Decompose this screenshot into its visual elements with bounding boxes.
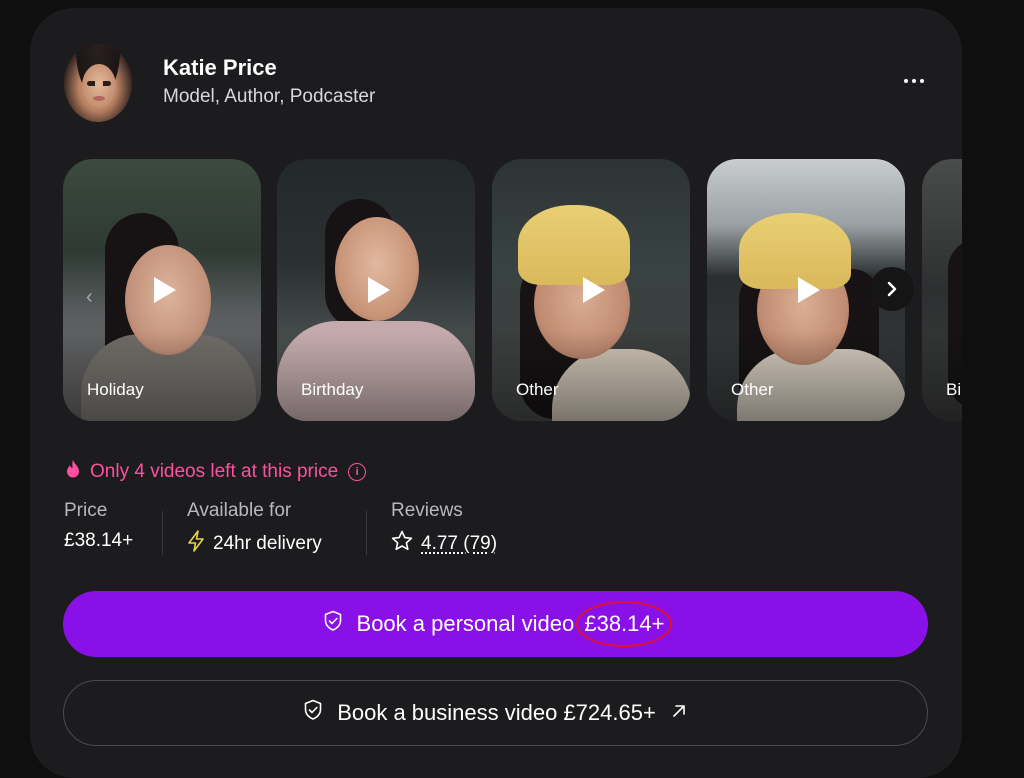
- reviews-stat: Reviews 4.77 (79): [391, 500, 497, 557]
- price-label: Price: [64, 500, 133, 522]
- scarcity-notice: Only 4 videos left at this price i: [64, 459, 366, 485]
- shield-check-icon: [303, 699, 323, 727]
- play-icon: [583, 277, 605, 303]
- video-thumbnail-holiday[interactable]: Holiday: [63, 159, 261, 421]
- chevron-left-icon[interactable]: ‹: [86, 286, 93, 309]
- more-options-icon[interactable]: [900, 70, 928, 92]
- video-thumbnail-birthday-2[interactable]: Bi: [922, 159, 962, 421]
- video-label: Birthday: [301, 380, 363, 400]
- play-icon: [798, 277, 820, 303]
- info-icon[interactable]: i: [348, 463, 366, 481]
- video-label: Bi: [946, 380, 961, 400]
- creator-card: Katie Price Model, Author, Podcaster Hol…: [30, 8, 962, 778]
- star-icon: [391, 530, 413, 557]
- availability-value: 24hr delivery: [213, 533, 322, 555]
- scarcity-text: Only 4 videos left at this price: [90, 461, 338, 483]
- price-value: £38.14+: [64, 530, 133, 552]
- video-label: Other: [516, 380, 559, 400]
- availability-stat: Available for 24hr delivery: [187, 500, 322, 558]
- creator-subtitle: Model, Author, Podcaster: [163, 86, 375, 108]
- chevron-right-icon[interactable]: [870, 267, 914, 311]
- shield-check-icon: [323, 610, 343, 638]
- availability-label: Available for: [187, 500, 322, 522]
- video-label: Other: [731, 380, 774, 400]
- book-personal-video-button[interactable]: Book a personal video £38.14+: [63, 591, 928, 657]
- book-personal-label: Book a personal video: [357, 611, 575, 636]
- creator-name[interactable]: Katie Price: [163, 55, 277, 81]
- video-carousel: Holiday Birthday Other Other Bi: [63, 159, 962, 421]
- avatar[interactable]: [64, 44, 132, 122]
- book-business-video-button[interactable]: Book a business video £724.65+: [63, 680, 928, 746]
- divider: [162, 511, 163, 555]
- video-label: Holiday: [87, 380, 144, 400]
- price-stat: Price £38.14+: [64, 500, 133, 552]
- personal-price-highlight: £38.14+: [580, 611, 668, 637]
- divider: [366, 511, 367, 555]
- reviews-link[interactable]: 4.77 (79): [421, 533, 497, 555]
- play-icon: [154, 277, 176, 303]
- flame-icon: [64, 459, 82, 485]
- book-business-label: Book a business video £724.65+: [337, 700, 656, 726]
- reviews-label: Reviews: [391, 500, 497, 522]
- arrow-up-right-icon: [670, 700, 688, 726]
- play-icon: [368, 277, 390, 303]
- video-thumbnail-other-1[interactable]: Other: [492, 159, 690, 421]
- lightning-icon: [187, 530, 205, 558]
- video-thumbnail-birthday[interactable]: Birthday: [277, 159, 475, 421]
